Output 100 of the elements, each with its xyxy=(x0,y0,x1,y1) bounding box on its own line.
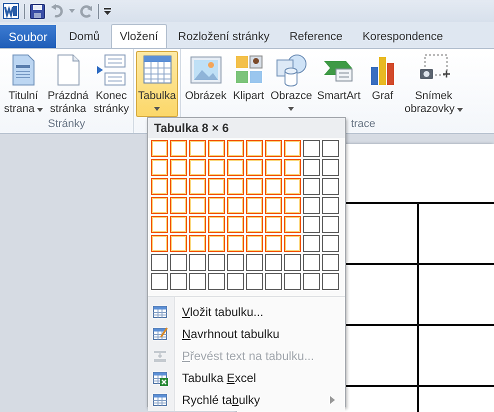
grid-cell[interactable] xyxy=(170,140,187,157)
ribbon-tab[interactable]: Rozložení stránky xyxy=(169,24,278,48)
grid-cell[interactable] xyxy=(151,254,168,271)
undo-icon[interactable] xyxy=(50,4,64,18)
grid-cell[interactable] xyxy=(284,235,301,252)
grid-cell[interactable] xyxy=(227,254,244,271)
grid-cell[interactable] xyxy=(170,216,187,233)
grid-cell[interactable] xyxy=(151,273,168,290)
grid-cell[interactable] xyxy=(170,273,187,290)
grid-cell[interactable] xyxy=(265,140,282,157)
save-icon[interactable] xyxy=(30,4,45,18)
grid-cell[interactable] xyxy=(151,235,168,252)
grid-cell[interactable] xyxy=(208,273,225,290)
grid-cell[interactable] xyxy=(322,140,339,157)
grid-cell[interactable] xyxy=(151,140,168,157)
grid-cell[interactable] xyxy=(284,140,301,157)
grid-cell[interactable] xyxy=(227,235,244,252)
grid-cell[interactable] xyxy=(227,197,244,214)
grid-cell[interactable] xyxy=(208,140,225,157)
ribbon-button[interactable]: Obrazce xyxy=(268,51,314,118)
grid-cell[interactable] xyxy=(189,216,206,233)
ribbon-button[interactable]: Titulní strana xyxy=(2,51,45,118)
grid-cell[interactable] xyxy=(189,140,206,157)
grid-cell[interactable] xyxy=(208,235,225,252)
grid-cell[interactable] xyxy=(151,178,168,195)
grid-cell[interactable] xyxy=(227,178,244,195)
grid-cell[interactable] xyxy=(189,254,206,271)
grid-cell[interactable] xyxy=(151,159,168,176)
menu-item[interactable]: Vložit tabulku... xyxy=(148,301,345,323)
grid-cell[interactable] xyxy=(208,178,225,195)
grid-cell[interactable] xyxy=(170,235,187,252)
grid-cell[interactable] xyxy=(265,197,282,214)
grid-cell[interactable] xyxy=(284,159,301,176)
ribbon-button[interactable]: Obrázek xyxy=(182,51,229,118)
grid-cell[interactable] xyxy=(303,140,320,157)
ribbon-tab[interactable]: Reference xyxy=(280,24,352,48)
grid-cell[interactable] xyxy=(151,197,168,214)
menu-item[interactable]: Tabulka Excel xyxy=(148,367,345,389)
grid-cell[interactable] xyxy=(303,178,320,195)
caret-icon[interactable] xyxy=(69,9,75,13)
grid-cell[interactable] xyxy=(303,235,320,252)
ribbon-tab[interactable]: Korespondence xyxy=(354,24,452,48)
grid-cell[interactable] xyxy=(189,235,206,252)
grid-cell[interactable] xyxy=(322,178,339,195)
ribbon-tab[interactable]: Domů xyxy=(60,24,109,48)
ribbon-button[interactable]: Konec stránky xyxy=(92,51,132,118)
grid-cell[interactable] xyxy=(170,178,187,195)
grid-cell[interactable] xyxy=(227,273,244,290)
grid-cell[interactable] xyxy=(246,273,263,290)
grid-cell[interactable] xyxy=(227,159,244,176)
grid-cell[interactable] xyxy=(208,254,225,271)
grid-cell[interactable] xyxy=(246,254,263,271)
grid-cell[interactable] xyxy=(265,254,282,271)
grid-cell[interactable] xyxy=(322,273,339,290)
grid-cell[interactable] xyxy=(189,178,206,195)
grid-cell[interactable] xyxy=(322,159,339,176)
grid-cell[interactable] xyxy=(189,197,206,214)
grid-cell[interactable] xyxy=(284,254,301,271)
grid-cell[interactable] xyxy=(208,216,225,233)
grid-cell[interactable] xyxy=(170,197,187,214)
grid-cell[interactable] xyxy=(265,273,282,290)
grid-cell[interactable] xyxy=(284,216,301,233)
grid-cell[interactable] xyxy=(303,197,320,214)
grid-cell[interactable] xyxy=(303,254,320,271)
grid-cell[interactable] xyxy=(246,235,263,252)
ribbon-button[interactable]: Snímek obrazovky xyxy=(402,51,465,118)
grid-cell[interactable] xyxy=(322,254,339,271)
grid-cell[interactable] xyxy=(322,235,339,252)
ribbon-button[interactable]: Graf xyxy=(364,51,402,118)
grid-cell[interactable] xyxy=(246,197,263,214)
grid-cell[interactable] xyxy=(151,216,168,233)
grid-cell[interactable] xyxy=(322,197,339,214)
grid-cell[interactable] xyxy=(227,216,244,233)
grid-cell[interactable] xyxy=(246,178,263,195)
grid-cell[interactable] xyxy=(170,159,187,176)
grid-cell[interactable] xyxy=(303,273,320,290)
ribbon-button[interactable]: SmartArt xyxy=(315,51,363,118)
grid-cell[interactable] xyxy=(284,273,301,290)
file-tab[interactable]: Soubor xyxy=(0,25,56,48)
ribbon-button[interactable]: Klipart xyxy=(230,51,268,118)
grid-cell[interactable] xyxy=(208,159,225,176)
redo-icon[interactable] xyxy=(80,4,93,18)
grid-cell[interactable] xyxy=(303,216,320,233)
grid-cell[interactable] xyxy=(189,273,206,290)
ribbon-button[interactable]: Prázdná stránka xyxy=(46,51,91,118)
grid-cell[interactable] xyxy=(265,216,282,233)
grid-cell[interactable] xyxy=(303,159,320,176)
grid-cell[interactable] xyxy=(265,159,282,176)
grid-cell[interactable] xyxy=(284,178,301,195)
ribbon-tab[interactable]: Vložení xyxy=(110,24,168,48)
menu-item[interactable]: Navrhnout tabulku xyxy=(148,323,345,345)
ribbon-button[interactable]: Tabulka xyxy=(136,51,178,117)
grid-cell[interactable] xyxy=(227,140,244,157)
grid-cell[interactable] xyxy=(246,216,263,233)
grid-cell[interactable] xyxy=(170,254,187,271)
customize-toolbar-icon[interactable] xyxy=(104,8,111,14)
grid-cell[interactable] xyxy=(246,159,263,176)
grid-cell[interactable] xyxy=(322,216,339,233)
grid-cell[interactable] xyxy=(265,178,282,195)
grid-cell[interactable] xyxy=(189,159,206,176)
